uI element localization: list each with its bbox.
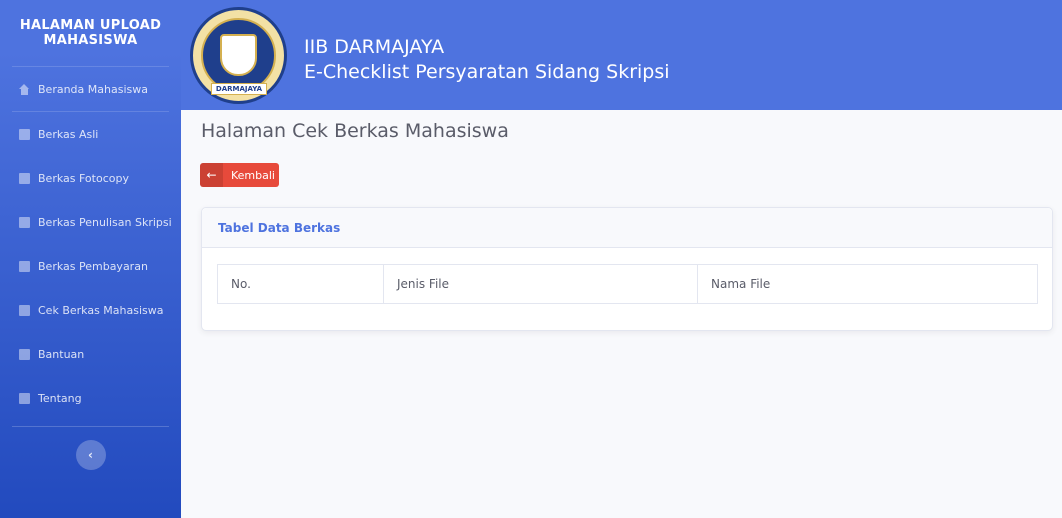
- table-header-row: No. Jenis File Nama File: [217, 264, 1038, 304]
- sidebar-item-label: Berkas Pembayaran: [38, 259, 148, 273]
- card-title: Tabel Data Berkas: [202, 208, 1052, 248]
- sidebar-item-bantuan[interactable]: Bantuan: [0, 332, 181, 376]
- sidebar-item-tentang[interactable]: Tentang: [0, 376, 181, 420]
- institution-logo: DARMAJAYA: [190, 7, 287, 104]
- logo-shield: [220, 34, 257, 76]
- column-header-nama-file[interactable]: Nama File: [697, 264, 1038, 304]
- sidebar-toggle-button[interactable]: ‹: [75, 440, 106, 470]
- data-card: Tabel Data Berkas No. Jenis File Nama Fi…: [201, 207, 1053, 331]
- file-icon: [19, 260, 30, 272]
- sidebar-item-label: Bantuan: [38, 347, 85, 361]
- sidebar-item-berkas-asli[interactable]: Berkas Asli: [0, 112, 181, 156]
- back-button-label: Kembali: [231, 168, 275, 182]
- header-subtitle: E-Checklist Persyaratan Sidang Skripsi: [304, 61, 670, 83]
- header-title: IIB DARMAJAYA: [304, 36, 445, 58]
- column-header-jenis-file[interactable]: Jenis File: [383, 264, 698, 304]
- back-button[interactable]: ← Kembali: [200, 163, 279, 187]
- arrow-left-icon: ←: [200, 163, 223, 187]
- sidebar-item-berkas-fotocopy[interactable]: Berkas Fotocopy: [0, 156, 181, 200]
- sidebar-item-label: Tentang: [38, 391, 82, 405]
- sidebar-item-label: Berkas Penulisan Skripsi: [38, 215, 172, 229]
- sidebar-item-berkas-pembayaran[interactable]: Berkas Pembayaran: [0, 244, 181, 288]
- file-icon: [19, 348, 30, 360]
- sidebar-item-beranda[interactable]: Beranda Mahasiswa: [0, 67, 181, 111]
- file-icon: [19, 392, 30, 404]
- page-title: Halaman Cek Berkas Mahasiswa: [201, 120, 509, 142]
- file-icon: [19, 304, 30, 316]
- sidebar-item-berkas-penulisan-skripsi[interactable]: Berkas Penulisan Skripsi: [0, 200, 181, 244]
- sidebar-item-label: Berkas Asli: [38, 127, 99, 141]
- file-icon: [19, 216, 30, 228]
- file-icon: [19, 172, 30, 184]
- sidebar-item-label: Berkas Fotocopy: [38, 171, 129, 185]
- sidebar: HALAMAN UPLOAD MAHASISWA Beranda Mahasis…: [0, 0, 181, 518]
- header-titles: IIB DARMAJAYA E-Checklist Persyaratan Si…: [304, 35, 670, 85]
- logo-banner: DARMAJAYA: [211, 83, 267, 95]
- topbar: DARMAJAYA IIB DARMAJAYA E-Checklist Pers…: [181, 0, 1062, 110]
- files-table: No. Jenis File Nama File: [217, 264, 1038, 304]
- sidebar-divider: [12, 426, 169, 427]
- column-header-no[interactable]: No.: [217, 264, 384, 304]
- sidebar-brand[interactable]: HALAMAN UPLOAD MAHASISWA: [0, 0, 181, 66]
- chevron-left-icon: ‹: [88, 448, 93, 462]
- sidebar-item-label: Cek Berkas Mahasiswa: [38, 303, 164, 317]
- sidebar-item-cek-berkas-mahasiswa[interactable]: Cek Berkas Mahasiswa: [0, 288, 181, 332]
- home-icon: [19, 83, 30, 95]
- file-icon: [19, 128, 30, 140]
- main-content: Halaman Cek Berkas Mahasiswa ← Kembali T…: [181, 110, 1062, 518]
- sidebar-item-label: Beranda Mahasiswa: [38, 82, 148, 96]
